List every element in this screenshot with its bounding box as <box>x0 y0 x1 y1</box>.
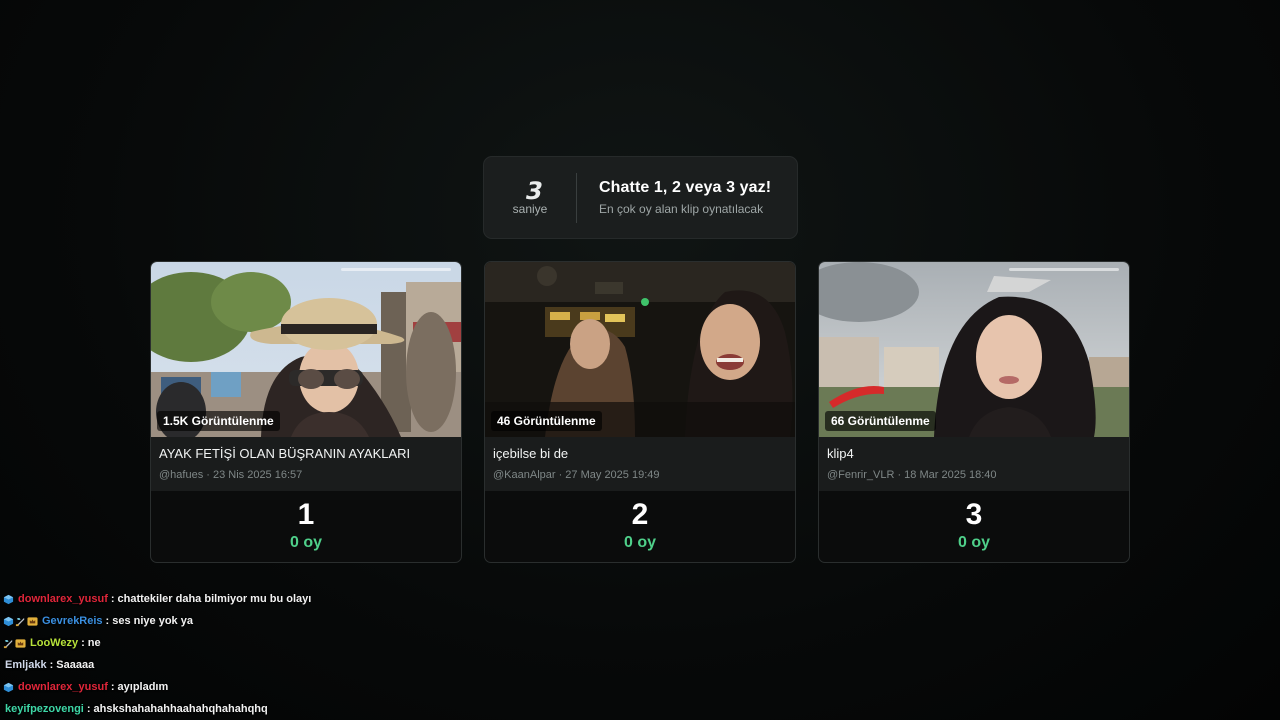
view-count-badge: 46 Görüntülenme <box>491 411 602 431</box>
sword-badge-icon <box>15 616 26 627</box>
chat-message: downlarex_yusuf: chattekiler daha bilmiyo… <box>0 588 640 610</box>
chat-badges <box>3 682 14 693</box>
clip-title: içebilse bi de <box>493 446 569 461</box>
clip-thumbnail[interactable]: 46 Görüntülenme <box>485 262 795 437</box>
chat-message: Emljakk: Saaaaa <box>0 654 640 676</box>
chat-separator: : <box>110 593 115 605</box>
clip-meta: klip4 @Fenrir_VLR · 18 Mar 2025 18:40 <box>819 437 1129 491</box>
vote-option-number: 2 <box>631 498 649 531</box>
cube-badge-icon <box>3 594 14 605</box>
clip-thumbnail[interactable]: 66 Görüntülenme <box>819 262 1129 437</box>
clip-info: @hafues · 23 Nis 2025 16:57 <box>159 469 303 481</box>
chat-separator: : <box>81 637 85 649</box>
banner-text: Chatte 1, 2 veya 3 yaz! En çok oy alan k… <box>577 179 771 216</box>
chat-overlay: downlarex_yusuf: chattekiler daha bilmiyo… <box>0 588 640 720</box>
view-count-badge: 66 Görüntülenme <box>825 411 936 431</box>
clip-card-1[interactable]: 1.5K Görüntülenme AYAK FETİŞİ OLAN BÜŞRA… <box>150 261 462 563</box>
banner-subtitle: En çok oy alan klip oynatılacak <box>599 202 764 216</box>
vote-option-number: 1 <box>297 498 315 531</box>
cube-badge-icon <box>3 682 14 693</box>
chat-text: ne <box>87 637 101 649</box>
chat-text: Saaaaa <box>56 659 95 671</box>
chat-username[interactable]: keyifpezovengi <box>5 703 84 715</box>
chat-message: GevrekReis: ses niye yok ya <box>0 610 640 632</box>
chat-separator: : <box>86 703 91 715</box>
clip-title: klip4 <box>827 446 854 461</box>
clip-info: @KaanAlpar · 27 May 2025 19:49 <box>493 469 660 481</box>
chat-username[interactable]: downlarex_yusuf <box>18 681 108 693</box>
vote-area: 1 0 oy <box>151 491 461 552</box>
chat-message: keyifpezovengi: ahskshahahahhaahahqhahahq… <box>0 698 640 720</box>
chat-separator: : <box>105 615 110 627</box>
chat-username[interactable]: downlarex_yusuf <box>18 593 108 605</box>
chat-text: chattekiler daha bilmiyor mu bu olayı <box>117 593 312 605</box>
crown-badge-icon <box>15 638 26 649</box>
vote-count: 0 oy <box>957 534 990 551</box>
clip-meta: AYAK FETİŞİ OLAN BÜŞRANIN AYAKLARI @hafu… <box>151 437 461 491</box>
chat-badges <box>3 594 14 605</box>
banner-title: Chatte 1, 2 veya 3 yaz! <box>599 179 772 196</box>
clip-vote-overlay: 3 saniye Chatte 1, 2 veya 3 yaz! En çok … <box>0 0 1280 720</box>
chat-separator: : <box>49 659 54 671</box>
chat-text: ses niye yok ya <box>112 615 193 627</box>
cube-badge-icon <box>3 616 14 627</box>
clip-meta: içebilse bi de @KaanAlpar · 27 May 2025 … <box>485 437 795 491</box>
vote-area: 2 0 oy <box>485 491 795 552</box>
chat-separator: : <box>110 681 115 693</box>
clip-title: AYAK FETİŞİ OLAN BÜŞRANIN AYAKLARI <box>159 446 411 461</box>
chat-message: downlarex_yusuf: ayıpladım <box>0 676 640 698</box>
chat-text: ahskshahahahhaahahqhahahqhq <box>93 703 268 715</box>
clip-thumbnail[interactable]: 1.5K Görüntülenme <box>151 262 461 437</box>
chat-message: LooWezy: ne <box>0 632 640 654</box>
chat-text: ayıpladım <box>117 681 169 693</box>
clip-card-3[interactable]: 66 Görüntülenme klip4 @Fenrir_VLR · 18 M… <box>818 261 1130 563</box>
vote-count: 0 oy <box>289 534 322 551</box>
progress-indicator <box>1009 268 1119 271</box>
chat-badges <box>3 638 26 649</box>
vote-area: 3 0 oy <box>819 491 1129 552</box>
progress-indicator <box>341 268 451 271</box>
vote-count: 0 oy <box>623 534 656 551</box>
countdown-value: 3 <box>523 179 545 203</box>
vote-option-number: 3 <box>965 498 983 531</box>
sword-badge-icon <box>3 638 14 649</box>
clip-card-2[interactable]: 46 Görüntülenme içebilse bi de @KaanAlpa… <box>484 261 796 563</box>
view-count-badge: 1.5K Görüntülenme <box>157 411 280 431</box>
chat-username[interactable]: GevrekReis <box>42 615 103 627</box>
chat-username[interactable]: LooWezy <box>30 637 78 649</box>
crown-badge-icon <box>27 616 38 627</box>
countdown-unit: saniye <box>512 202 548 216</box>
chat-username[interactable]: Emljakk <box>5 659 47 671</box>
clip-info: @Fenrir_VLR · 18 Mar 2025 18:40 <box>827 469 997 481</box>
countdown-banner: 3 saniye Chatte 1, 2 veya 3 yaz! En çok … <box>483 156 798 239</box>
chat-badges <box>3 616 38 627</box>
countdown-timer: 3 saniye <box>484 157 576 238</box>
